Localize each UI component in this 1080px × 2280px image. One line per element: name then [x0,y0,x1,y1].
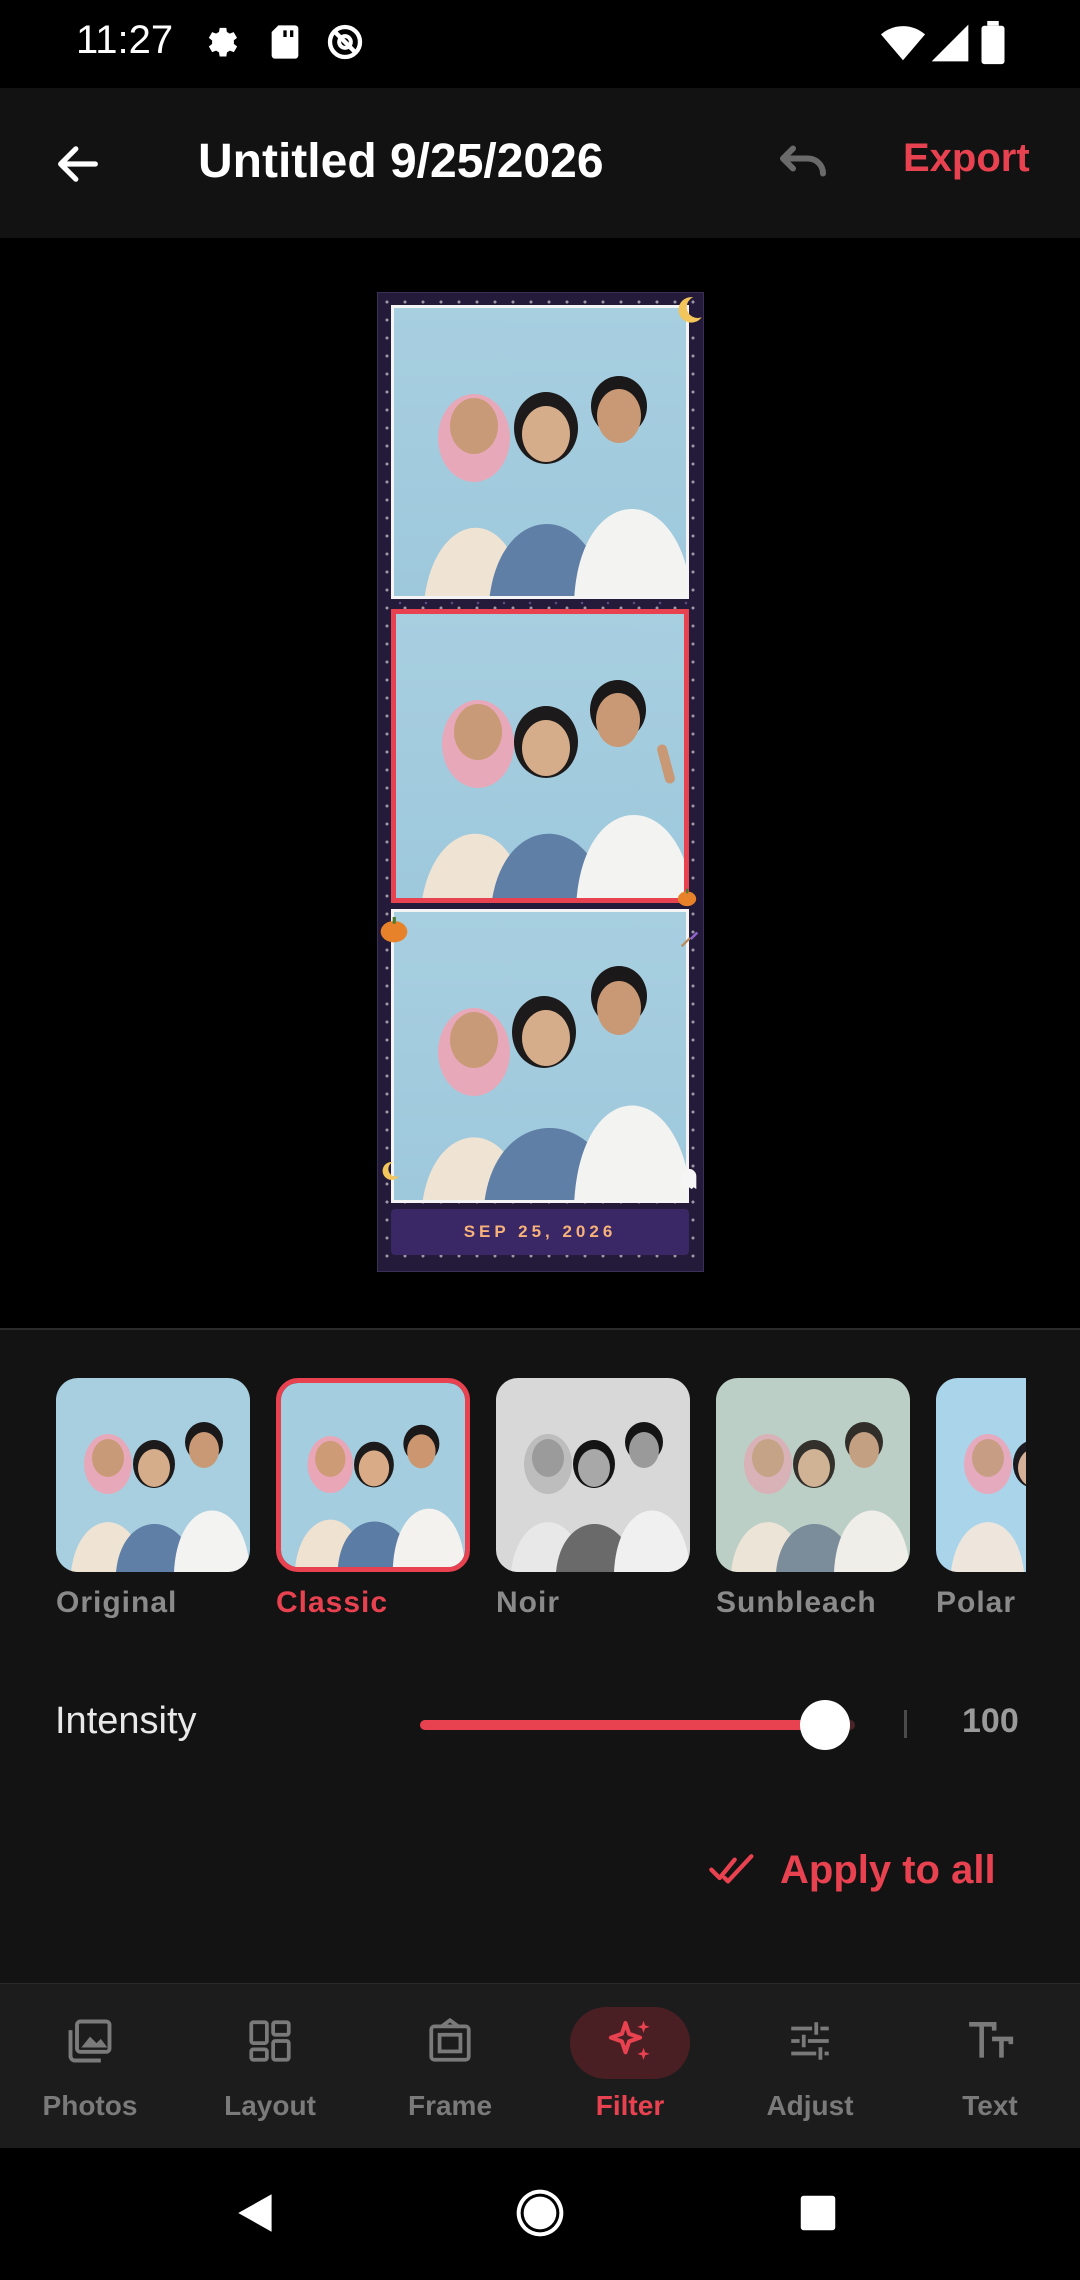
filter-thumbnail[interactable] [276,1378,470,1572]
system-nav-bar [0,2148,1080,2280]
frame-icon [425,2016,475,2071]
filter-sunbleach[interactable]: Sunbleach [716,1378,916,1618]
back-triangle-icon[interactable] [222,2178,292,2248]
undo-button[interactable] [770,130,836,196]
intensity-label: Intensity [55,1700,197,1742]
app-bar: Untitled 9/25/2026 Export [0,88,1080,238]
intensity-slider[interactable] [420,1700,855,1750]
date-band: SEP 25, 2026 [391,1209,689,1255]
nav-item-photos[interactable]: Photos [0,1984,180,2149]
nav-label: Frame [407,2090,493,2121]
status-bar: 11:27 [0,0,1080,88]
filter-thumbnail[interactable] [716,1378,910,1572]
strip-photo-3[interactable] [391,909,689,1203]
apply-to-all-label: Apply to all [780,1847,996,1892]
sparkles-icon [603,2014,657,2073]
double-check-icon [708,1848,758,1893]
nav-label: Photos [42,2090,138,2121]
canvas-area: SEP 25, 2026 [0,238,1080,1328]
sd-card-icon [265,22,305,62]
nav-label: Text [962,2090,1018,2121]
ghost-icon [678,1167,700,1196]
moon-icon [378,1159,402,1188]
filter-thumbnail[interactable] [936,1378,1026,1572]
filter-carousel[interactable]: Original Classic Noir Sunbleach Polar [56,1378,1026,1618]
wifi-icon [880,20,926,71]
nav-label: Filter [595,2090,665,2121]
filter-noir[interactable]: Noir [496,1378,696,1618]
broom-icon [678,927,700,955]
filter-thumbnail[interactable] [56,1378,250,1572]
slider-fill [420,1720,825,1730]
moon-icon [672,293,703,332]
photos-icon [64,2015,116,2072]
back-button[interactable] [40,128,116,204]
intensity-value: 100 [962,1702,1019,1740]
nav-item-text[interactable]: Text [900,1984,1080,2149]
filter-original[interactable]: Original [56,1378,256,1618]
page-title: Untitled 9/25/2026 [198,135,604,188]
slider-handle[interactable] [799,1700,850,1750]
strip-date: SEP 25, 2026 [463,1222,617,1241]
home-circle-icon[interactable] [505,2178,575,2248]
layout-icon [245,2016,295,2071]
photo-strip: SEP 25, 2026 [377,292,704,1272]
no-sync-icon [325,22,365,62]
battery-icon [978,20,1008,71]
undo-icon [773,131,833,196]
slider-tick [904,1710,907,1738]
arrow-left-icon [52,138,104,195]
text-size-icon [965,2016,1015,2071]
export-button[interactable]: Export [903,136,1030,181]
nav-item-layout[interactable]: Layout [180,1984,360,2149]
status-time: 11:27 [76,18,174,62]
sliders-icon [785,2016,835,2071]
filter-panel: Original Classic Noir Sunbleach Polar In… [0,1328,1080,1983]
nav-label: Adjust [766,2090,854,2121]
bottom-nav: Photos Layout Frame Filter Adjust Text [0,1983,1080,2148]
strip-photo-1[interactable] [391,305,689,599]
filter-polar[interactable]: Polar [936,1378,1026,1618]
pumpkin-icon [676,885,698,913]
pumpkin-icon [378,913,410,950]
recents-square-icon[interactable] [783,2178,853,2248]
filter-classic[interactable]: Classic [276,1378,476,1618]
filter-thumbnail[interactable] [496,1378,690,1572]
apply-to-all-button[interactable]: Apply to all [708,1840,996,1900]
settings-icon [203,22,243,62]
filter-label: Noir [496,1586,560,1618]
strip-photo-2[interactable] [391,609,689,903]
filter-label: Classic [276,1586,389,1618]
filter-label: Polar [936,1586,1017,1618]
filter-label: Original [56,1586,178,1618]
nav-item-filter[interactable]: Filter [540,1984,720,2149]
nav-item-adjust[interactable]: Adjust [720,1984,900,2149]
filter-label: Sunbleach [716,1586,877,1618]
signal-icon [928,20,972,71]
nav-item-frame[interactable]: Frame [360,1984,540,2149]
nav-label: Layout [224,2090,316,2121]
